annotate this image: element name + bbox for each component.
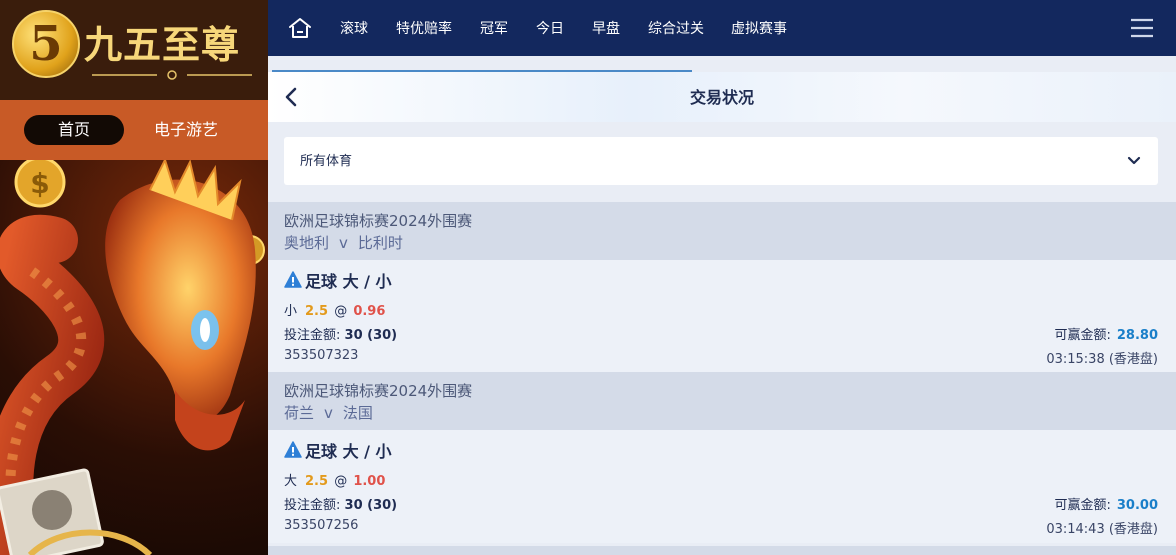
stake-amount: 30 (30)	[344, 328, 398, 343]
bet-time: 03:14:43 (香港盘)	[1046, 522, 1158, 537]
away-team: 法国	[342, 404, 373, 422]
home-icon[interactable]	[288, 16, 312, 40]
page-title: 交易状况	[689, 88, 754, 107]
nav-tab-best-odds[interactable]: 特优赔率	[396, 0, 452, 56]
logo-badge-icon: 5	[12, 10, 80, 78]
win-amount: 30.00	[1116, 498, 1158, 513]
at-symbol: @	[334, 304, 348, 319]
odds: 1.00	[353, 474, 386, 489]
match-header: 欧洲足球锦标赛2024外围赛 奥地利 v 比利时	[268, 202, 1176, 260]
svg-text:$: $	[30, 167, 49, 200]
stake-amount: 30 (30)	[344, 498, 398, 513]
match-teams: 荷兰 v 法国	[284, 402, 373, 423]
bet-time: 03:15:38 (香港盘)	[1046, 352, 1158, 367]
bet-card: 足球 大 / 小 小 2.5 @ 0.96 投注金额: 30 (30) 可赢金额:…	[268, 260, 1176, 373]
potential-win-line: 可赢金额: 30.00	[1054, 494, 1158, 513]
brand-name: 九五至尊	[84, 22, 241, 67]
nav-tab-virtual[interactable]: 虚拟赛事	[731, 0, 787, 56]
nav-tab-live[interactable]: 滚球	[340, 0, 368, 56]
win-label: 可赢金额:	[1054, 498, 1111, 513]
sport-filter-select[interactable]: 所有体育	[284, 137, 1158, 185]
at-symbol: @	[334, 474, 348, 489]
match-header: 欧洲足球锦标赛2024外围赛 荷兰 v 法国	[268, 372, 1176, 430]
page-header: 交易状况	[268, 72, 1176, 122]
selection: 小	[284, 304, 298, 319]
side-nav-bar: 首页 电子游艺	[0, 100, 268, 160]
potential-win-line: 可赢金额: 28.80	[1054, 324, 1158, 343]
match-teams: 奥地利 v 比利时	[284, 232, 403, 253]
league-name: 欧洲足球锦标赛2024外围赛	[284, 382, 473, 400]
bet-type-title: 足球 大 / 小	[305, 272, 392, 291]
stake-line: 投注金额: 30 (30)	[284, 324, 397, 343]
warning-icon	[284, 271, 302, 288]
warning-icon	[284, 441, 302, 458]
league-name: 欧洲足球锦标赛2024外围赛	[284, 212, 473, 230]
win-amount: 28.80	[1116, 328, 1158, 343]
logo-bar: 5 九五至尊	[0, 0, 268, 100]
selection-line: 小 2.5 @ 0.96	[284, 300, 385, 319]
selection: 大	[284, 474, 298, 489]
away-team: 比利时	[357, 234, 403, 252]
nav-tab-parlay[interactable]: 综合过关	[648, 0, 704, 56]
bet-card: 足球 大 / 小 大 2.5 @ 1.00 投注金额: 30 (30) 可赢金额:…	[268, 430, 1176, 543]
nav-home-button[interactable]: 首页	[24, 115, 124, 145]
stake-label: 投注金额:	[284, 328, 341, 343]
stake-label: 投注金额:	[284, 498, 341, 513]
nav-tab-early[interactable]: 早盘	[592, 0, 620, 56]
logo-ornament	[92, 70, 252, 80]
bet-type-title: 足球 大 / 小	[305, 442, 392, 461]
hamburger-menu-icon[interactable]	[1130, 17, 1154, 39]
main-panel: 滚球 特优赔率 冠军 今日 早盘 综合过关 虚拟赛事 交易状况 所有体育 欧洲足…	[268, 0, 1176, 555]
win-label: 可赢金额:	[1054, 328, 1111, 343]
odds: 0.96	[353, 304, 386, 319]
home-team: 荷兰	[284, 404, 315, 422]
chevron-down-icon	[1127, 156, 1141, 165]
nav-tab-champion[interactable]: 冠军	[480, 0, 508, 56]
bet-id: 353507323	[284, 348, 359, 363]
top-nav-bar: 滚球 特优赔率 冠军 今日 早盘 综合过关 虚拟赛事	[268, 0, 1176, 56]
versus-label: v	[324, 404, 333, 422]
nav-games-link[interactable]: 电子游艺	[154, 115, 218, 145]
handicap: 2.5	[305, 304, 329, 319]
stake-line: 投注金额: 30 (30)	[284, 494, 397, 513]
dragon-illustration: $	[0, 156, 265, 555]
selection-line: 大 2.5 @ 1.00	[284, 470, 385, 489]
versus-label: v	[339, 234, 348, 252]
nav-tab-today[interactable]: 今日	[536, 0, 564, 56]
bet-id: 353507256	[284, 518, 359, 533]
home-team: 奥地利	[284, 234, 330, 252]
sport-filter-value: 所有体育	[300, 154, 353, 169]
dragon-banner-image[interactable]: $	[0, 156, 268, 555]
left-panel: 5 九五至尊 首页 电子游艺 $	[0, 0, 268, 555]
next-match-header-edge	[268, 546, 1176, 555]
handicap: 2.5	[305, 474, 329, 489]
